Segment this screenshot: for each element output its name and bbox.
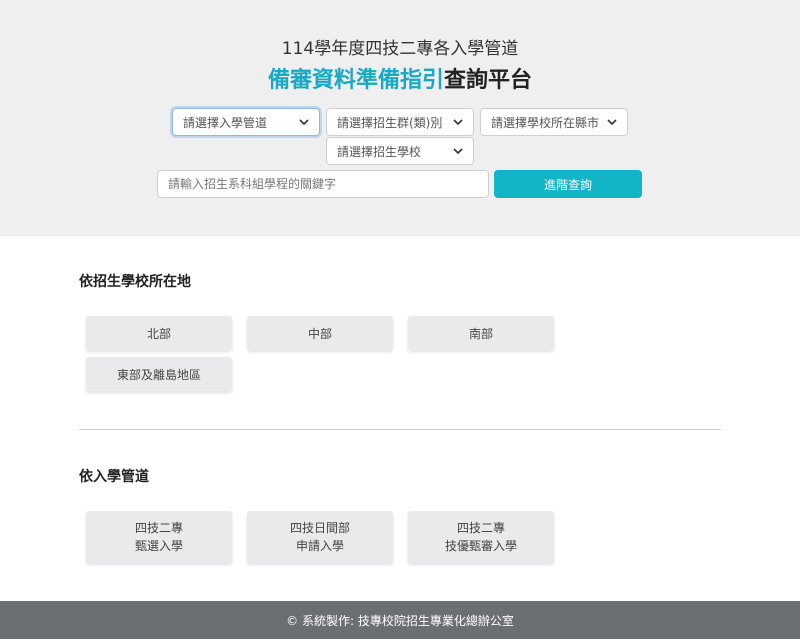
channel-tile-line1: 四技二專 xyxy=(134,521,183,535)
keyword-input[interactable] xyxy=(157,170,489,198)
page-title-line2: 備審資料準備指引查詢平台 xyxy=(0,62,800,94)
county-select[interactable]: 請選擇學校所在縣市 xyxy=(480,108,628,136)
channel-tile-selection[interactable]: 四技二專 甄選入學 xyxy=(86,511,232,563)
page-title-accent: 備審資料準備指引 xyxy=(267,68,444,93)
location-tile-label: 東部及離島地區 xyxy=(116,367,201,382)
channel-tile-skills-excellence[interactable]: 四技二專 技優甄審入學 xyxy=(408,511,554,563)
chevron-down-icon xyxy=(453,119,463,126)
header: 114學年度四技二專各入學管道 備審資料準備指引查詢平台 請選擇入學管道 請選擇… xyxy=(0,0,800,236)
location-tile-east-islands[interactable]: 東部及離島地區 xyxy=(86,357,232,391)
channel-section-title: 依入學管道 xyxy=(79,469,149,485)
footer: © 系統製作: 技專校院招生專業化總辦公室 xyxy=(0,601,800,639)
channel-tile-line2: 申請入學 xyxy=(295,539,344,553)
school-select[interactable]: 請選擇招生學校 xyxy=(326,137,474,165)
channel-select[interactable]: 請選擇入學管道 xyxy=(172,108,320,136)
location-tile-label: 中部 xyxy=(307,326,332,341)
location-tile-central[interactable]: 中部 xyxy=(247,316,393,350)
channel-tile-line1: 四技日間部 xyxy=(289,521,350,535)
county-select-label: 請選擇學校所在縣市 xyxy=(491,115,600,130)
group-select[interactable]: 請選擇招生群(類)別 xyxy=(326,108,474,136)
location-tile-label: 北部 xyxy=(146,326,171,341)
location-section-title: 依招生學校所在地 xyxy=(79,274,191,290)
chevron-down-icon xyxy=(299,119,309,126)
channel-tile-line2: 技優甄審入學 xyxy=(444,539,517,553)
channel-tile-application[interactable]: 四技日間部 申請入學 xyxy=(247,511,393,563)
page-title-plain: 查詢平台 xyxy=(444,68,533,93)
channel-tile-line1: 四技二專 xyxy=(456,521,505,535)
location-tile-south[interactable]: 南部 xyxy=(408,316,554,350)
channel-select-label: 請選擇入學管道 xyxy=(183,115,268,130)
location-tile-north[interactable]: 北部 xyxy=(86,316,232,350)
advanced-search-button[interactable]: 進階查詢 xyxy=(494,170,642,198)
school-select-label: 請選擇招生學校 xyxy=(337,144,422,159)
channel-tile-line2: 甄選入學 xyxy=(134,539,183,553)
footer-text: © 系統製作: 技專校院招生專業化總辦公室 xyxy=(286,613,514,628)
chevron-down-icon xyxy=(607,119,617,126)
section-divider xyxy=(79,429,721,430)
page-title-line1: 114學年度四技二專各入學管道 xyxy=(281,39,519,59)
chevron-down-icon xyxy=(453,148,463,155)
location-tile-label: 南部 xyxy=(468,326,493,341)
group-select-label: 請選擇招生群(類)別 xyxy=(337,115,443,130)
